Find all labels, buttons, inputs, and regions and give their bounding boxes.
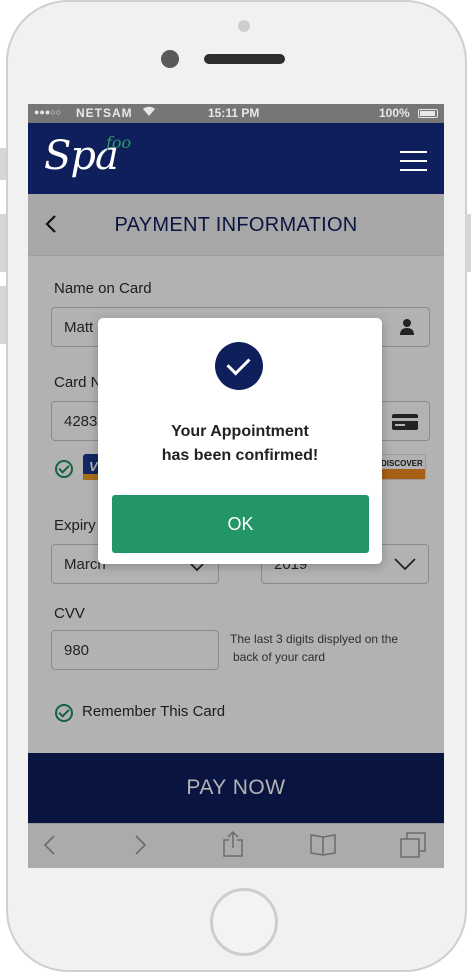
power-button xyxy=(465,214,471,272)
confirmation-message: Your Appointment has been confirmed! xyxy=(98,420,382,468)
spafoo-logo[interactable]: Spa foo xyxy=(44,131,164,185)
hamburger-menu-icon[interactable] xyxy=(400,151,427,171)
home-button[interactable] xyxy=(210,888,278,956)
signal-icon: ●●●○○ xyxy=(34,107,62,117)
confirmed-check-icon xyxy=(215,342,263,390)
ok-button[interactable]: OK xyxy=(112,495,369,553)
confirmation-line-1: Your Appointment xyxy=(171,423,309,440)
earpiece-speaker xyxy=(204,54,285,64)
front-camera xyxy=(161,50,179,68)
battery-icon xyxy=(418,109,438,118)
mute-switch xyxy=(0,148,6,180)
clock: 15:11 PM xyxy=(208,106,260,120)
confirmation-line-2: has been confirmed! xyxy=(161,447,319,464)
screen: ●●●○○ NETSAM 15:11 PM 100% Spa foo PAYME… xyxy=(28,104,444,868)
status-bar: ●●●○○ NETSAM 15:11 PM 100% xyxy=(28,104,444,123)
logo-sub-text: foo xyxy=(106,133,132,152)
proximity-sensor xyxy=(238,20,250,32)
confirmation-dialog: Your Appointment has been confirmed! OK xyxy=(98,318,382,564)
carrier-name: NETSAM xyxy=(76,106,133,120)
volume-down-button xyxy=(0,286,6,344)
volume-up-button xyxy=(0,214,6,272)
wifi-icon xyxy=(142,105,156,120)
battery-percent: 100% xyxy=(379,106,410,120)
app-header: Spa foo xyxy=(28,123,444,194)
